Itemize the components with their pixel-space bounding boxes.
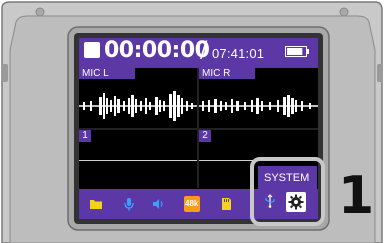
speaker-icon[interactable] [151, 197, 165, 211]
track-number-2: 2 [199, 130, 211, 142]
track-1-level-line [79, 160, 197, 161]
waveform-mic-r [199, 95, 318, 117]
track-1[interactable]: 1 [79, 130, 197, 188]
device-body: 00:00:00 / 07:41:01 MIC L MIC R 1 2 48k … [0, 0, 385, 243]
waveform-mic-l [79, 91, 197, 121]
track-label-mic-r: MIC R [199, 68, 255, 79]
track-label-mic-l: MIC L [79, 68, 135, 79]
stop-icon [84, 42, 100, 58]
remaining-time: 07:41:01 [212, 46, 265, 61]
sample-rate-badge: 48k [185, 199, 199, 208]
track-mic-r[interactable]: MIC R [199, 68, 318, 128]
sd-card-icon[interactable] [219, 197, 233, 211]
time-separator: / [200, 38, 208, 63]
status-bar: 00:00:00 / 07:41:01 [79, 38, 318, 68]
callout-number: 1 [338, 166, 375, 226]
sample-rate-icon[interactable]: 48k [184, 196, 200, 212]
track-mic-l[interactable]: MIC L [79, 68, 197, 128]
system-button[interactable]: SYSTEM [258, 166, 317, 219]
battery-icon [285, 46, 309, 57]
usb-icon [265, 194, 275, 208]
gear-icon [288, 194, 304, 210]
track-number-1: 1 [79, 130, 91, 142]
gear-icon-box [286, 192, 306, 212]
microphone-icon[interactable] [122, 197, 136, 211]
system-label: SYSTEM [264, 172, 310, 184]
folder-icon[interactable] [89, 197, 103, 211]
elapsed-time: 00:00:00 [104, 38, 210, 63]
